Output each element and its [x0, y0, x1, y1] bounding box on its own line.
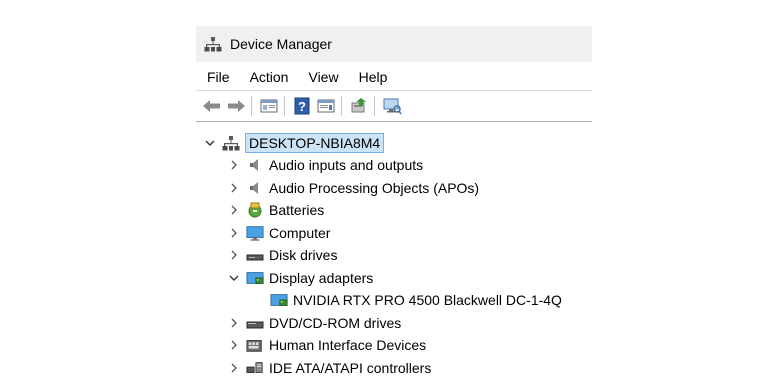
tree-item-label: DVD/CD-ROM drives: [269, 315, 402, 331]
chevron-down-icon[interactable]: [226, 270, 242, 286]
chevron-right-icon[interactable]: [226, 337, 242, 353]
tree-item[interactable]: Audio inputs and outputs: [226, 154, 423, 176]
tree-item[interactable]: Batteries: [226, 199, 324, 221]
device-manager-window: Device Manager File Action View Help ? D…: [196, 26, 592, 386]
toolbar-separator: [341, 96, 342, 116]
tree-item-child[interactable]: NVIDIA RTX PRO 4500 Blackwell DC-1-4Q: [270, 289, 562, 311]
forward-icon: [228, 100, 245, 112]
scan-hardware-icon: [383, 98, 402, 115]
menu-view[interactable]: View: [298, 69, 348, 85]
speaker-icon: [246, 156, 264, 174]
show-hide-console-tree-icon: [260, 99, 278, 113]
ide-controller-icon: [246, 359, 264, 377]
chevron-right-icon[interactable]: [226, 202, 242, 218]
properties-icon: [317, 99, 335, 113]
tree-item-label: NVIDIA RTX PRO 4500 Blackwell DC-1-4Q: [293, 292, 562, 308]
properties-button[interactable]: [315, 95, 337, 117]
toolbar-separator: [374, 96, 375, 116]
chevron-right-icon[interactable]: [226, 180, 242, 196]
chevron-down-icon[interactable]: [202, 135, 218, 151]
tree-item[interactable]: Audio Processing Objects (APOs): [226, 177, 479, 199]
tree-item[interactable]: IDE ATA/ATAPI controllers: [226, 357, 431, 379]
disk-drive-icon: [246, 246, 264, 264]
menu-bar: File Action View Help: [196, 65, 397, 89]
chevron-right-icon[interactable]: [226, 315, 242, 331]
tree-item[interactable]: Computer: [226, 222, 330, 244]
scan-hardware-button[interactable]: [381, 95, 403, 117]
hid-icon: [246, 336, 264, 354]
tree-root[interactable]: DESKTOP-NBIA8M4: [202, 132, 385, 154]
tree-item[interactable]: Disk drives: [226, 244, 337, 266]
tree-item-label: Audio inputs and outputs: [269, 157, 424, 173]
chevron-right-icon[interactable]: [226, 247, 242, 263]
update-driver-icon: [351, 98, 366, 113]
update-driver-button[interactable]: [348, 95, 370, 117]
back-button[interactable]: [201, 95, 223, 117]
display-adapter-icon: [246, 269, 264, 287]
monitor-icon: [246, 224, 264, 242]
tree-item-label: IDE ATA/ATAPI controllers: [269, 360, 432, 376]
svg-text:?: ?: [298, 99, 306, 114]
display-adapter-icon: [270, 291, 288, 309]
computer-network-icon: [222, 134, 240, 152]
toolbar-separator: [284, 96, 285, 116]
title-bar: Device Manager: [196, 26, 592, 62]
chevron-right-icon[interactable]: [226, 157, 242, 173]
back-icon: [203, 100, 220, 112]
tree-item-label: Batteries: [269, 202, 325, 218]
toolbar-separator: [251, 96, 252, 116]
forward-button[interactable]: [225, 95, 247, 117]
chevron-right-icon[interactable]: [226, 360, 242, 376]
tree-item-label: Disk drives: [269, 247, 338, 263]
tree-item[interactable]: Human Interface Devices: [226, 334, 426, 356]
window-title: Device Manager: [230, 36, 332, 52]
dvd-drive-icon: [246, 314, 264, 332]
tree-root-label: DESKTOP-NBIA8M4: [245, 133, 385, 153]
tree-item-label: Human Interface Devices: [269, 337, 427, 353]
tree-item-label: Display adapters: [269, 270, 374, 286]
toolbar: ?: [196, 90, 592, 122]
menu-file[interactable]: File: [196, 69, 240, 85]
chevron-right-icon[interactable]: [226, 225, 242, 241]
battery-icon: [246, 201, 264, 219]
show-hide-console-tree-button[interactable]: [258, 95, 280, 117]
help-icon: ?: [294, 97, 310, 115]
help-button[interactable]: ?: [291, 95, 313, 117]
menu-help[interactable]: Help: [349, 69, 398, 85]
device-manager-icon: [204, 37, 222, 52]
menu-action[interactable]: Action: [240, 69, 299, 85]
speaker-icon: [246, 179, 264, 197]
tree-item[interactable]: DVD/CD-ROM drives: [226, 312, 401, 334]
tree-item[interactable]: Display adapters: [226, 267, 373, 289]
tree-item-label: Audio Processing Objects (APOs): [269, 180, 480, 196]
tree-item-label: Computer: [269, 225, 331, 241]
